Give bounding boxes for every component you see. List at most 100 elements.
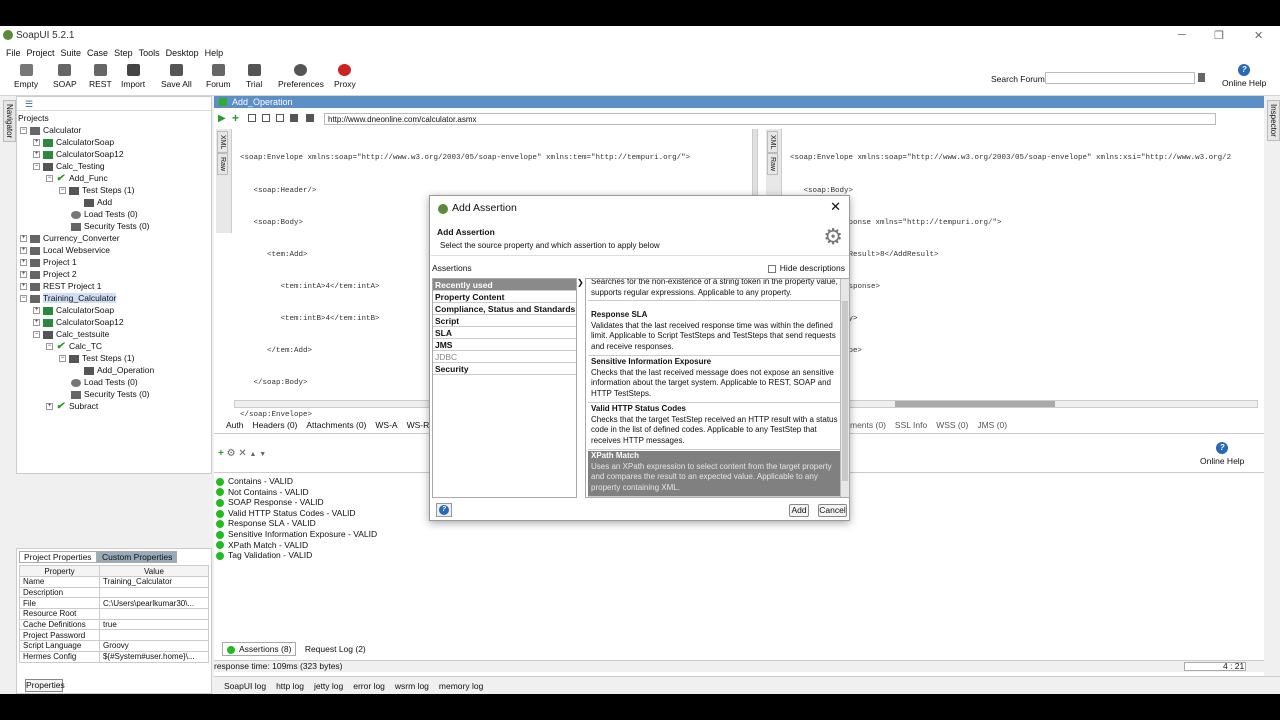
tree-project-calculator[interactable]: − Calculator — [20, 124, 81, 136]
expand-icon[interactable]: + — [20, 283, 27, 291]
property-value[interactable]: true — [98, 618, 210, 631]
online-help-button[interactable]: ? Online Help — [1222, 64, 1266, 88]
tree-testcase[interactable]: + ✔ Subract — [46, 400, 98, 412]
tab-headers[interactable]: Headers (0) — [253, 420, 298, 430]
table-row[interactable]: Name Training_Calculator — [19, 576, 210, 588]
table-row[interactable]: Hermes Config ${#System#user.home}\... — [19, 650, 210, 663]
list-item[interactable]: Valid HTTP Status Codes - VALID — [216, 508, 377, 519]
tree-securitytests[interactable]: Security Tests (0) — [71, 388, 150, 400]
collapse-icon[interactable]: − — [59, 355, 66, 363]
list-item[interactable]: Searches for the non-existence of a stri… — [588, 279, 840, 301]
list-scrollbar[interactable] — [840, 279, 849, 497]
stop-icon[interactable] — [306, 114, 314, 122]
list-item[interactable]: SOAP Response - VALID — [216, 497, 377, 508]
xml-view-tab[interactable]: XML — [217, 131, 228, 154]
response-xml[interactable]: <soap:Envelope xmlns:soap="http://www.w3… — [790, 132, 1250, 378]
property-value[interactable]: Groovy — [98, 640, 210, 652]
search-icon[interactable] — [1198, 73, 1205, 82]
expand-icon[interactable]: + — [33, 151, 40, 159]
import-button[interactable]: Import — [121, 64, 145, 89]
category-item[interactable]: JMS — [433, 339, 576, 351]
list-item[interactable]: Sensitive Information Exposure - VALID — [216, 529, 377, 540]
table-row[interactable]: Project Password — [19, 629, 210, 642]
list-item[interactable]: Sensitive Information Exposure Checks tha… — [588, 357, 840, 403]
list-item[interactable]: Not Contains - VALID — [216, 487, 377, 498]
search-forum-input[interactable] — [1045, 72, 1195, 84]
tab-custom-properties[interactable]: Custom Properties — [97, 551, 178, 563]
tree-testcase[interactable]: − ✔ Calc_TC — [46, 340, 102, 352]
tab-request-log[interactable]: Request Log (2) — [305, 644, 366, 654]
menu-step[interactable]: Step — [114, 46, 133, 60]
expand-icon[interactable]: + — [46, 403, 53, 411]
table-row[interactable]: Description — [19, 586, 210, 599]
list-item[interactable]: Tag Validation - VALID — [216, 550, 377, 561]
category-item[interactable]: Security — [433, 363, 576, 375]
list-item[interactable]: XPath Match - VALID — [216, 540, 377, 551]
tab-attachments[interactable]: ments (0) — [850, 420, 886, 430]
category-item[interactable]: Recently used — [433, 279, 576, 291]
rest-button[interactable]: REST — [89, 64, 112, 89]
collapse-icon[interactable]: − — [20, 295, 27, 303]
tree-testsuite[interactable]: − Calc_testsuite — [33, 328, 109, 340]
table-row[interactable]: Resource Root — [19, 608, 210, 620]
collapse-icon[interactable]: − — [33, 331, 40, 339]
tab-http-log[interactable]: http log — [276, 681, 304, 691]
close-window-icon[interactable]: ✕ — [1254, 29, 1263, 42]
property-value[interactable]: C:\Users\pearlkumar30\... — [98, 597, 210, 610]
menu-case[interactable]: Case — [87, 46, 108, 60]
tree-interface[interactable]: + CalculatorSoap12 — [33, 148, 124, 160]
tab-auth[interactable]: Auth — [226, 420, 244, 430]
tab-ws-a[interactable]: WS-A — [375, 420, 397, 430]
hide-descriptions-checkbox[interactable]: Hide descriptions — [767, 263, 845, 273]
raw-view-tab[interactable]: Raw — [217, 153, 228, 176]
tab-wsrm-log[interactable]: wsrm log — [395, 681, 429, 691]
minimize-icon[interactable]: ─ — [1178, 29, 1186, 41]
category-item[interactable]: Script — [433, 315, 576, 327]
list-item[interactable]: Response SLA - VALID — [216, 518, 377, 529]
collapse-icon[interactable]: − — [20, 127, 27, 135]
tree-testcase[interactable]: − ✔ Add_Func — [46, 172, 108, 184]
category-item[interactable]: JDBC — [433, 351, 576, 363]
list-item[interactable]: Response SLA Validates that the last rece… — [588, 310, 840, 356]
tree-loadtests[interactable]: Load Tests (0) — [71, 208, 138, 220]
move-down-icon[interactable]: ▼ — [259, 451, 266, 458]
collapse-icon[interactable]: − — [59, 187, 66, 195]
table-row[interactable]: File C:\Users\pearlkumar30\... — [19, 597, 210, 610]
empty-button[interactable]: Empty — [14, 64, 38, 89]
inspector-tab[interactable]: Inspector — [1267, 100, 1280, 141]
tree-teststeps[interactable]: − Test Steps (1) — [59, 184, 134, 196]
save-all-button[interactable]: Save All — [161, 64, 192, 89]
tab-memory-log[interactable]: memory log — [439, 681, 483, 691]
scroll-thumb[interactable] — [895, 401, 1055, 407]
move-up-icon[interactable]: ▲ — [250, 451, 257, 458]
tab-jetty-log[interactable]: jetty log — [314, 681, 343, 691]
menu-tools[interactable]: Tools — [139, 46, 160, 60]
expand-icon[interactable]: + — [33, 139, 40, 147]
expand-icon[interactable]: + — [20, 247, 27, 255]
collapse-icon[interactable]: − — [46, 175, 53, 183]
properties-button[interactable]: Properties — [25, 679, 65, 692]
category-item[interactable]: Property Content — [433, 291, 576, 303]
raw-view-tab[interactable]: Raw — [767, 153, 778, 176]
property-value[interactable]: Training_Calculator — [98, 576, 210, 588]
navigator-tab[interactable]: Navigator — [3, 100, 16, 143]
list-item[interactable]: Valid HTTP Status Codes Checks that the t… — [588, 404, 840, 450]
tab-error-log[interactable]: error log — [353, 681, 385, 691]
tab-assertions[interactable]: Assertions (8) — [222, 642, 297, 656]
soap-button[interactable]: SOAP — [53, 64, 77, 89]
run-icon[interactable]: ▶ — [218, 113, 226, 124]
collapse-icon[interactable]: − — [46, 343, 53, 351]
toolbar-icon[interactable] — [276, 114, 284, 122]
forum-button[interactable]: Forum — [206, 64, 231, 89]
expand-icon[interactable]: + — [33, 319, 40, 327]
toolbar-icon[interactable] — [248, 114, 256, 122]
cancel-button[interactable]: Cancel — [818, 504, 847, 517]
expand-icon[interactable]: + — [20, 271, 27, 279]
add-assertion-icon[interactable]: + — [218, 448, 224, 459]
endpoint-url[interactable]: http://www.dneonline.com/calculator.asmx — [324, 113, 1216, 125]
configure-icon[interactable]: ⚙ — [227, 448, 236, 459]
property-value[interactable] — [98, 608, 210, 620]
add-button[interactable]: Add — [789, 504, 809, 517]
help-button[interactable]: ? — [436, 503, 452, 517]
editor-online-help[interactable]: ? Online Help — [1200, 442, 1244, 466]
